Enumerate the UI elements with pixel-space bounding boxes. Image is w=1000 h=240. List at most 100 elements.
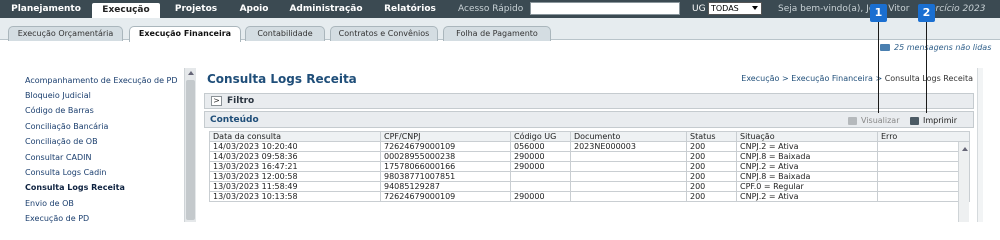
tab-execucao[interactable]: Execução xyxy=(92,3,160,18)
table-row[interactable]: 13/03/2023 16:47:21 17578066000166 29000… xyxy=(209,161,970,172)
tab-planejamento[interactable]: Planejamento xyxy=(10,0,82,18)
table-cell: 00028955000238 xyxy=(380,151,511,162)
column-header[interactable]: Status xyxy=(686,131,737,142)
table-cell: 98038771007851 xyxy=(380,171,511,182)
chevron-down-icon xyxy=(752,6,758,10)
sidebar-item-envio-ob[interactable]: Envio de OB xyxy=(25,199,74,208)
callout-badge-2: 2 xyxy=(918,4,935,22)
table-row[interactable]: 13/03/2023 11:58:49 94085129287 200 CPF.… xyxy=(209,181,970,192)
callout-arrow-2 xyxy=(926,21,927,113)
table-cell: 72624679000109 xyxy=(380,141,511,152)
subtab-execucao-orcamentaria[interactable]: Execução Orçamentária xyxy=(8,26,123,41)
table-cell xyxy=(570,181,687,192)
subtab-folha-pagamento[interactable]: Folha de Pagamento xyxy=(443,26,551,41)
sidebar-item-logs-receita[interactable]: Consulta Logs Receita xyxy=(25,183,125,192)
sidebar-scroll-thumb[interactable] xyxy=(186,80,195,220)
table-cell xyxy=(570,191,687,202)
table-cell: 200 xyxy=(686,141,737,152)
table-cell: 72624679000109 xyxy=(380,191,511,202)
table-cell: 14/03/2023 10:20:40 xyxy=(209,141,381,152)
table-scrollbar[interactable] xyxy=(958,142,969,222)
table-cell: CNPJ.2 = Ativa xyxy=(736,141,878,152)
table-cell: 290000 xyxy=(510,151,571,162)
table-cell: 056000 xyxy=(510,141,571,152)
subtab-execucao-financeira[interactable]: Execução Financeira xyxy=(129,26,241,42)
table-cell: 200 xyxy=(686,181,737,192)
subtab-contabilidade[interactable]: Contabilidade xyxy=(245,26,325,41)
table-cell xyxy=(510,171,571,182)
sidebar-scrollbar[interactable] xyxy=(184,68,196,222)
mail-icon xyxy=(880,44,890,51)
breadcrumb-current: Consulta Logs Receita xyxy=(884,74,973,83)
table-cell: 290000 xyxy=(510,191,571,202)
table-cell: 94085129287 xyxy=(380,181,511,192)
page-title: Consulta Logs Receita xyxy=(207,72,357,86)
table-cell: 200 xyxy=(686,161,737,172)
column-header[interactable]: Código UG xyxy=(510,131,571,142)
sidebar-item-logs-cadin[interactable]: Consulta Logs Cadin xyxy=(25,168,106,177)
table-row[interactable]: 14/03/2023 09:58:36 00028955000238 29000… xyxy=(209,151,970,162)
table-cell: 200 xyxy=(686,151,737,162)
breadcrumb-execucao[interactable]: Execução xyxy=(741,74,779,83)
column-header[interactable]: Documento xyxy=(570,131,687,142)
table-row[interactable]: 13/03/2023 10:13:58 72624679000109 29000… xyxy=(209,191,970,202)
visualizar-button[interactable]: Visualizar xyxy=(848,116,900,125)
column-header[interactable]: CPF/CNPJ xyxy=(380,131,511,142)
breadcrumb-execucao-financeira[interactable]: Execução Financeira xyxy=(791,74,873,83)
breadcrumb: Execução > Execução Financeira > Consult… xyxy=(741,74,973,83)
sidebar-item-bloqueio-judicial[interactable]: Bloqueio Judicial xyxy=(25,91,91,100)
table-row[interactable]: 14/03/2023 10:20:40 72624679000109 05600… xyxy=(209,141,970,152)
table-cell: 200 xyxy=(686,191,737,202)
callout-arrow-1 xyxy=(878,21,879,113)
sidebar-item-consultar-cadin[interactable]: Consultar CADIN xyxy=(25,153,91,162)
filtro-label: Filtro xyxy=(227,96,255,106)
imprimir-label: Imprimir xyxy=(923,116,958,125)
tab-administracao[interactable]: Administração xyxy=(286,0,366,18)
table-cell xyxy=(877,171,970,182)
tab-relatorios[interactable]: Relatórios xyxy=(380,0,440,18)
sidebar-item-execucao-pd[interactable]: Execução de PD xyxy=(25,214,89,223)
table-cell xyxy=(877,181,970,192)
imprimir-button[interactable]: Imprimir xyxy=(910,116,957,125)
printer-icon xyxy=(910,116,919,125)
table-cell: 13/03/2023 11:58:49 xyxy=(209,181,381,192)
view-icon xyxy=(848,116,857,125)
tab-apoio[interactable]: Apoio xyxy=(236,0,272,18)
messages-link[interactable]: 25 mensagens não lidas xyxy=(880,43,991,52)
table-cell xyxy=(877,141,970,152)
messages-text: 25 mensagens não lidas xyxy=(894,43,992,52)
page-scrollbar[interactable] xyxy=(977,68,983,222)
subtab-contratos-convenios[interactable]: Contratos e Convênios xyxy=(330,26,438,41)
scroll-up-icon[interactable] xyxy=(962,147,968,151)
sidebar-item-conciliacao-bancaria[interactable]: Conciliação Bancária xyxy=(25,122,108,131)
table-cell xyxy=(877,151,970,162)
table-cell: CNPJ.8 = Baixada xyxy=(736,171,878,182)
visualizar-label: Visualizar xyxy=(861,116,900,125)
table-row[interactable]: 13/03/2023 12:00:58 98038771007851 200 C… xyxy=(209,171,970,182)
table-cell xyxy=(570,151,687,162)
sidebar-item-acompanhamento[interactable]: Acompanhamento de Execução de PD xyxy=(25,76,178,85)
ug-select[interactable]: TODAS xyxy=(708,2,762,15)
sidebar-item-codigo-barras[interactable]: Código de Barras xyxy=(25,106,94,115)
table-cell xyxy=(570,161,687,172)
logs-table: Data da consulta CPF/CNPJ Código UG Docu… xyxy=(209,131,970,202)
table-cell: CPF.0 = Regular xyxy=(736,181,878,192)
acesso-rapido-input[interactable] xyxy=(530,2,680,15)
conteudo-label: Conteúdo xyxy=(210,115,259,125)
breadcrumb-separator: > xyxy=(781,74,789,83)
ug-select-value: TODAS xyxy=(711,4,739,13)
sidebar-item-conciliacao-ob[interactable]: Conciliação de OB xyxy=(25,137,98,146)
scroll-up-icon[interactable] xyxy=(188,71,194,75)
table-cell xyxy=(877,161,970,172)
column-header[interactable]: Situação xyxy=(736,131,878,142)
expand-icon[interactable]: > xyxy=(211,96,222,106)
table-cell: CNPJ.2 = Ativa xyxy=(736,161,878,172)
ug-label: UG xyxy=(692,4,706,14)
table-cell: 17578066000166 xyxy=(380,161,511,172)
filtro-panel[interactable]: > Filtro xyxy=(204,93,974,109)
column-header[interactable]: Data da consulta xyxy=(209,131,381,142)
acesso-rapido-label: Acesso Rápido xyxy=(458,4,524,14)
callout-badge-1: 1 xyxy=(870,4,887,22)
column-header[interactable]: Erro xyxy=(877,131,970,142)
tab-projetos[interactable]: Projetos xyxy=(168,0,224,18)
